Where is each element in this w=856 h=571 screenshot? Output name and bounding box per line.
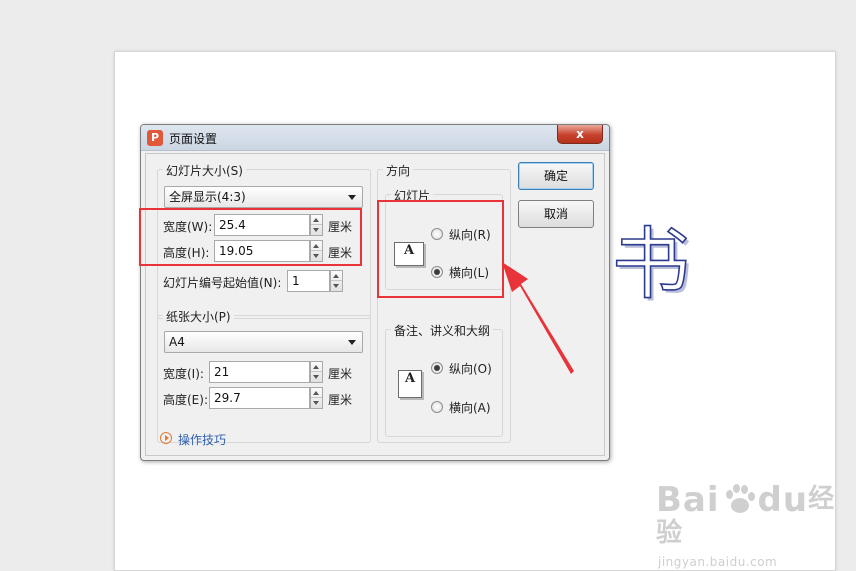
notes-orientation-label: 备注、讲义和大纲 <box>391 322 494 339</box>
paper-height-input[interactable] <box>209 387 310 409</box>
slide-start-number-input[interactable] <box>287 270 330 292</box>
paper-height-label: 高度(E): <box>163 393 208 407</box>
slide-size-select[interactable]: 全屏显示(4:3) <box>164 186 363 208</box>
dialog-body: 幻灯片大小(S) 全屏显示(4:3) 宽度(W): 厘米 高度(H): 厘米 幻… <box>145 153 605 456</box>
spin-up-icon[interactable] <box>311 388 322 398</box>
paper-width-input[interactable] <box>209 361 310 383</box>
notes-landscape-radio[interactable] <box>431 401 443 413</box>
slide-size-selected: 全屏显示(4:3) <box>169 190 246 204</box>
chevron-down-icon <box>348 195 356 200</box>
paper-width-label: 宽度(I): <box>163 367 204 381</box>
watermark-brand-suffix: du <box>757 480 809 520</box>
chevron-down-icon <box>348 340 356 345</box>
portrait-page-icon: A <box>398 370 422 398</box>
play-circle-icon <box>160 432 172 444</box>
tips-link[interactable]: 操作技巧 <box>178 431 226 448</box>
page-setup-dialog: P 页面设置 x 幻灯片大小(S) 全屏显示(4:3) 宽度(W): 厘米 高度… <box>140 124 610 461</box>
paper-size-selected: A4 <box>169 335 185 349</box>
orientation-label: 方向 <box>383 162 414 179</box>
slide-start-number-stepper[interactable] <box>330 270 343 292</box>
watermark-brand: Bai <box>656 480 720 520</box>
dialog-title: 页面设置 <box>169 132 218 146</box>
spin-down-icon[interactable] <box>331 281 342 291</box>
slide-text[interactable]: 书 <box>611 225 691 305</box>
spin-up-icon[interactable] <box>311 362 322 372</box>
close-button[interactable]: x <box>557 125 603 144</box>
cancel-button[interactable]: 取消 <box>518 200 594 228</box>
paper-width-unit: 厘米 <box>328 367 353 381</box>
notes-portrait-label[interactable]: 纵向(O) <box>449 360 492 377</box>
baidu-watermark: Bai du经验 jingyan.baidu.com <box>656 482 856 569</box>
notes-portrait-radio[interactable] <box>431 362 443 374</box>
dialog-titlebar[interactable]: P 页面设置 x <box>141 125 609 151</box>
paper-width-stepper[interactable] <box>310 361 323 383</box>
watermark-url: jingyan.baidu.com <box>658 555 778 569</box>
paper-size-label: 纸张大小(P) <box>163 308 234 325</box>
paper-size-select[interactable]: A4 <box>164 331 363 353</box>
highlight-slide-size-box <box>139 208 362 266</box>
slide-start-number-label: 幻灯片编号起始值(N): <box>163 276 282 290</box>
slide-size-label: 幻灯片大小(S) <box>163 162 246 179</box>
ok-button[interactable]: 确定 <box>518 162 594 190</box>
notes-landscape-label[interactable]: 横向(A) <box>449 399 491 416</box>
paper-height-unit: 厘米 <box>328 393 353 407</box>
spin-down-icon[interactable] <box>311 372 322 382</box>
spin-up-icon[interactable] <box>331 271 342 281</box>
highlight-orientation-box <box>377 200 504 298</box>
paw-icon <box>722 482 756 516</box>
paper-height-stepper[interactable] <box>310 387 323 409</box>
app-logo-icon: P <box>147 130 163 146</box>
spin-down-icon[interactable] <box>311 398 322 408</box>
